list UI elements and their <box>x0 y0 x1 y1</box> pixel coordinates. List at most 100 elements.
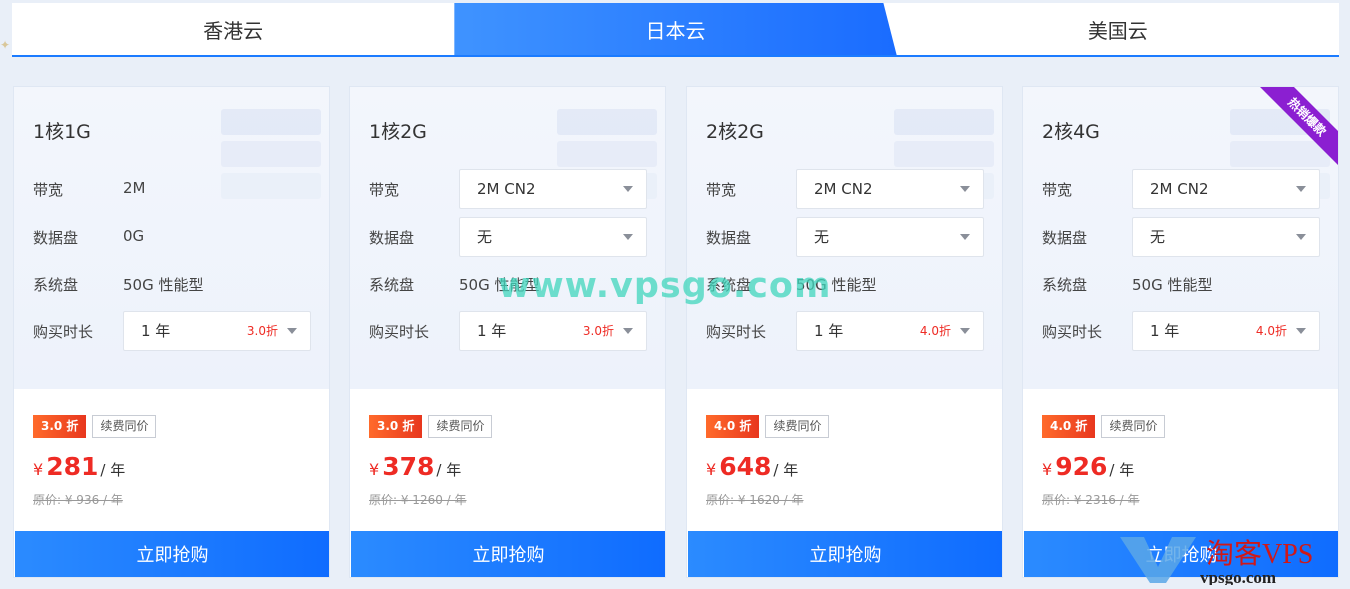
system-disk-value: 50G 性能型 <box>796 276 877 294</box>
chevron-down-icon <box>960 328 970 334</box>
data-disk-select[interactable]: 无 <box>1132 217 1320 257</box>
plan-title: 2核2G <box>706 121 764 143</box>
renew-same-badge: 续费同价 <box>765 415 830 438</box>
renew-same-badge: 续费同价 <box>92 415 157 438</box>
price: ¥926/ 年 <box>1042 452 1134 481</box>
data-disk-label: 数据盘 <box>1042 229 1088 247</box>
data-disk-value: 无 <box>477 228 493 246</box>
buy-now-button[interactable]: 立即抢购 <box>688 531 1002 577</box>
price-value: 281 <box>46 452 99 481</box>
chevron-down-icon <box>1296 186 1306 192</box>
data-disk-label: 数据盘 <box>33 229 79 247</box>
duration-select[interactable]: 1 年 4.0折 <box>796 311 984 351</box>
system-disk-label: 系统盘 <box>1042 276 1088 294</box>
discount-badge: 3.0 折 <box>33 415 87 438</box>
tab-us-cloud[interactable]: 美国云 <box>897 3 1339 55</box>
plan-card-1c2g: 1核2G 带宽 2M CN2 数据盘 无 系统盘 50G 性能型 购买时长 1 … <box>349 86 666 578</box>
bandwidth-value: 2M <box>123 179 146 197</box>
plan-card-1c1g: 1核1G 带宽 2M 数据盘 0G 系统盘 50G 性能型 购买时长 1 年 3… <box>13 86 330 578</box>
chevron-down-icon <box>287 328 297 334</box>
badges: 4.0 折 续费同价 <box>1042 415 1166 438</box>
original-price: 原价: ¥ 1260 / 年 <box>369 493 467 507</box>
bandwidth-label: 带宽 <box>706 181 737 199</box>
plan-title: 2核4G <box>1042 121 1100 143</box>
duration-discount: 4.0折 <box>919 324 951 338</box>
badges: 3.0 折 续费同价 <box>369 415 493 438</box>
badges: 4.0 折 续费同价 <box>706 415 830 438</box>
price-value: 926 <box>1055 452 1108 481</box>
duration-discount: 4.0折 <box>1255 324 1287 338</box>
bandwidth-value: 2M CN2 <box>1150 180 1209 198</box>
data-disk-label: 数据盘 <box>369 229 415 247</box>
renew-same-badge: 续费同价 <box>1101 415 1166 438</box>
duration-discount: 3.0折 <box>246 324 278 338</box>
currency-symbol: ¥ <box>369 460 380 479</box>
duration-value: 1 年 <box>1150 322 1180 340</box>
discount-badge: 3.0 折 <box>369 415 423 438</box>
badges: 3.0 折 续费同价 <box>33 415 157 438</box>
duration-label: 购买时长 <box>1042 323 1103 341</box>
bandwidth-label: 带宽 <box>369 181 400 199</box>
data-disk-select[interactable]: 无 <box>459 217 647 257</box>
tab-hongkong-cloud[interactable]: 香港云 <box>12 3 454 55</box>
renew-same-badge: 续费同价 <box>428 415 493 438</box>
chevron-down-icon <box>960 234 970 240</box>
server-illustration-icon <box>221 109 321 199</box>
price-unit: / 年 <box>436 461 462 479</box>
bandwidth-label: 带宽 <box>33 181 64 199</box>
currency-symbol: ¥ <box>33 460 44 479</box>
price: ¥281/ 年 <box>33 452 125 481</box>
price-unit: / 年 <box>1109 461 1135 479</box>
duration-select[interactable]: 1 年 3.0折 <box>459 311 647 351</box>
bandwidth-value: 2M CN2 <box>477 180 536 198</box>
data-disk-label: 数据盘 <box>706 229 752 247</box>
duration-label: 购买时长 <box>706 323 767 341</box>
bandwidth-select[interactable]: 2M CN2 <box>1132 169 1320 209</box>
system-disk-label: 系统盘 <box>706 276 752 294</box>
bandwidth-select[interactable]: 2M CN2 <box>459 169 647 209</box>
bandwidth-select[interactable]: 2M CN2 <box>796 169 984 209</box>
discount-badge: 4.0 折 <box>1042 415 1096 438</box>
duration-select[interactable]: 1 年 4.0折 <box>1132 311 1320 351</box>
currency-symbol: ¥ <box>1042 460 1053 479</box>
price-value: 648 <box>719 452 772 481</box>
system-disk-label: 系统盘 <box>369 276 415 294</box>
system-disk-value: 50G 性能型 <box>123 276 204 294</box>
chevron-down-icon <box>1296 234 1306 240</box>
system-disk-value: 50G 性能型 <box>1132 276 1213 294</box>
data-disk-select[interactable]: 无 <box>796 217 984 257</box>
system-disk-value: 50G 性能型 <box>459 276 540 294</box>
bandwidth-value: 2M CN2 <box>814 180 873 198</box>
plan-title: 1核1G <box>33 121 91 143</box>
duration-discount: 3.0折 <box>582 324 614 338</box>
tab-japan-cloud[interactable]: 日本云 <box>454 3 897 55</box>
data-disk-value: 0G <box>123 227 145 245</box>
plan-card-2c4g: 热销爆款 2核4G 带宽 2M CN2 数据盘 无 系统盘 50G 性能型 购买… <box>1022 86 1339 578</box>
plan-title: 1核2G <box>369 121 427 143</box>
price-unit: / 年 <box>773 461 799 479</box>
chevron-down-icon <box>623 328 633 334</box>
currency-symbol: ¥ <box>706 460 717 479</box>
corner-decoration: ✦ <box>0 38 11 52</box>
duration-value: 1 年 <box>814 322 844 340</box>
discount-badge: 4.0 折 <box>706 415 760 438</box>
price: ¥378/ 年 <box>369 452 461 481</box>
bandwidth-label: 带宽 <box>1042 181 1073 199</box>
buy-now-button[interactable]: 立即抢购 <box>351 531 665 577</box>
system-disk-label: 系统盘 <box>33 276 79 294</box>
chevron-down-icon <box>623 186 633 192</box>
price: ¥648/ 年 <box>706 452 798 481</box>
buy-now-button[interactable]: 立即抢购 <box>15 531 329 577</box>
buy-now-button[interactable]: 立即抢购 <box>1024 531 1338 577</box>
chevron-down-icon <box>1296 328 1306 334</box>
original-price: 原价: ¥ 936 / 年 <box>33 493 123 507</box>
plan-card-2c2g: 2核2G 带宽 2M CN2 数据盘 无 系统盘 50G 性能型 购买时长 1 … <box>686 86 1003 578</box>
price-unit: / 年 <box>100 461 126 479</box>
plan-cards: 1核1G 带宽 2M 数据盘 0G 系统盘 50G 性能型 购买时长 1 年 3… <box>13 86 1340 578</box>
original-price: 原价: ¥ 1620 / 年 <box>706 493 804 507</box>
duration-value: 1 年 <box>141 322 171 340</box>
original-price: 原价: ¥ 2316 / 年 <box>1042 493 1140 507</box>
duration-select[interactable]: 1 年 3.0折 <box>123 311 311 351</box>
price-value: 378 <box>382 452 435 481</box>
duration-value: 1 年 <box>477 322 507 340</box>
